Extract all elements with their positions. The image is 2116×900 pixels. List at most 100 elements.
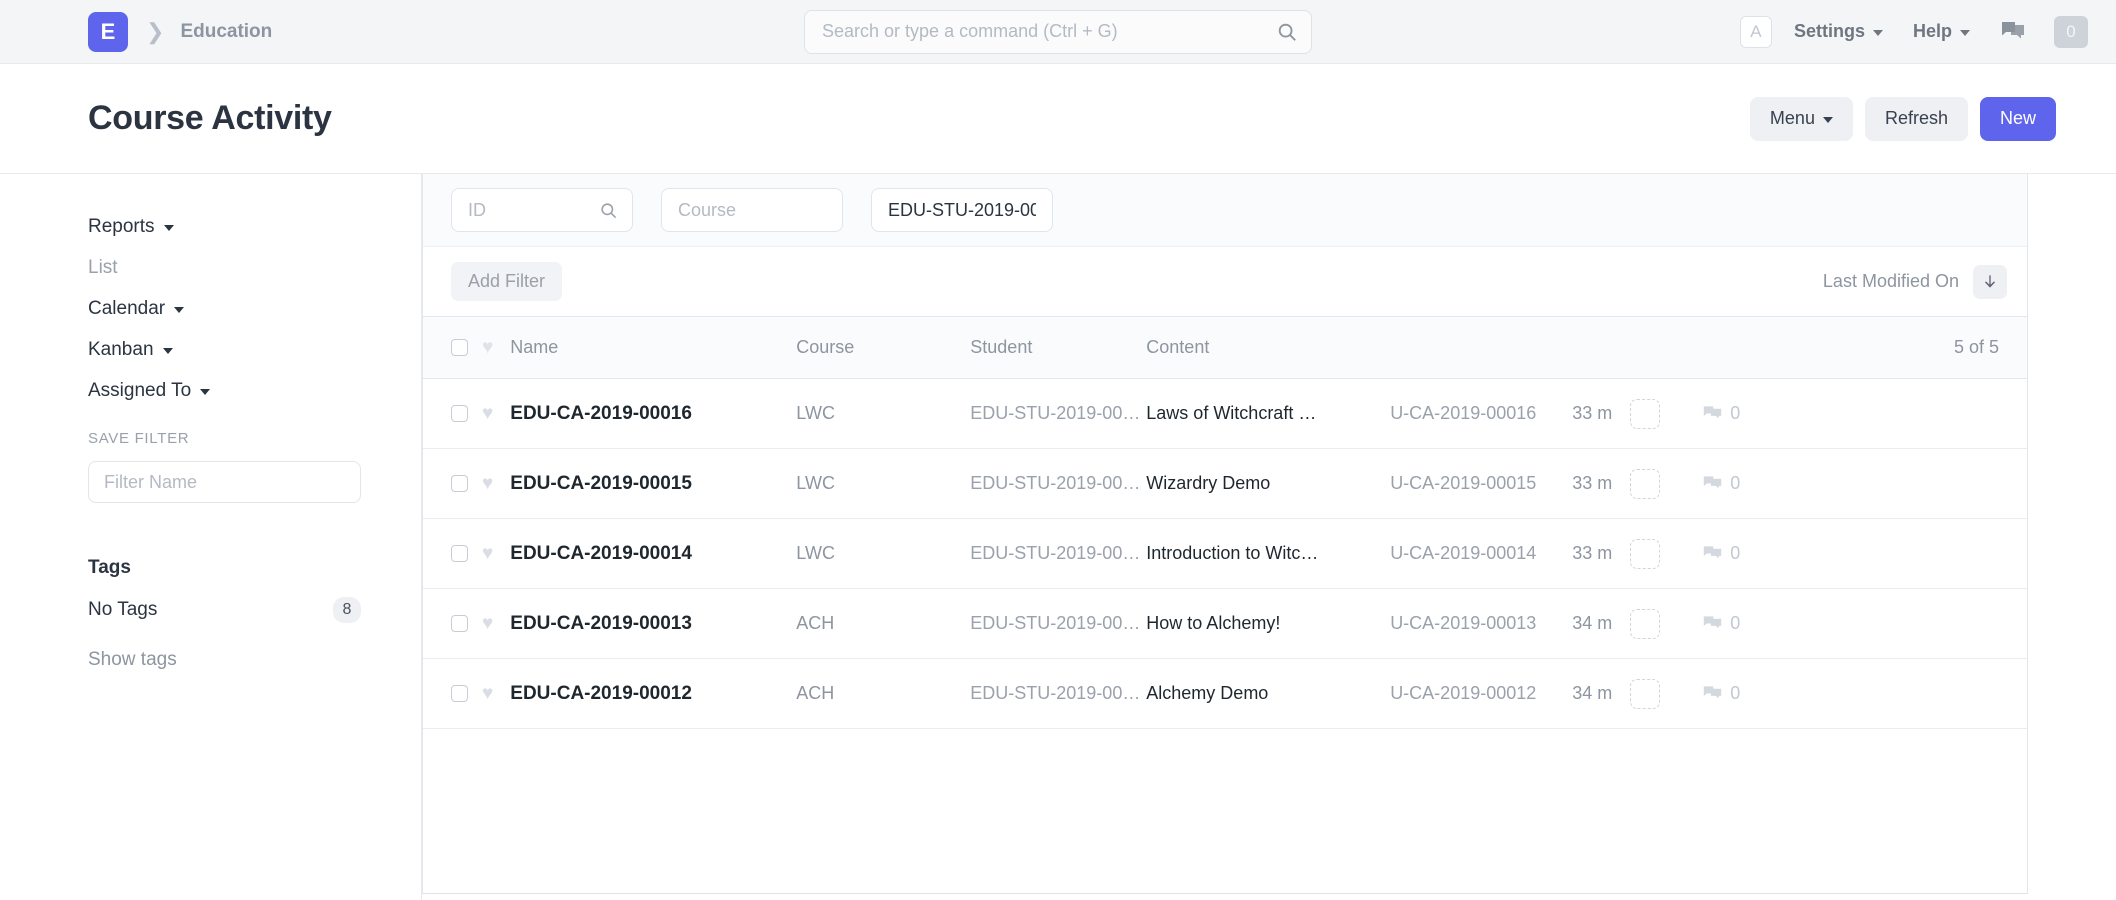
row-content: Wizardry Demo — [1146, 473, 1386, 494]
like-icon: ♥ — [482, 337, 493, 359]
new-button[interactable]: New — [1980, 97, 2056, 141]
comment-icon — [1702, 404, 1723, 423]
list-container: Add Filter Last Modified On ♥ Name Cours… — [422, 174, 2028, 894]
row-content: Laws of Witchcraft … — [1146, 403, 1386, 424]
like-icon[interactable]: ♥ — [482, 613, 493, 635]
add-filter-button[interactable]: Add Filter — [451, 262, 562, 301]
row-comments-cell[interactable]: 0 — [1678, 473, 1740, 494]
search-icon[interactable] — [1276, 21, 1298, 43]
row-uid: U-CA-2019-00014 — [1386, 543, 1536, 564]
page-header: Course Activity Menu Refresh New — [0, 64, 2116, 174]
row-comments-cell[interactable]: 0 — [1678, 683, 1740, 704]
search-icon[interactable] — [599, 201, 618, 220]
row-modified-time: 34 m — [1536, 683, 1612, 704]
like-icon[interactable]: ♥ — [482, 683, 493, 705]
row-assign-cell[interactable] — [1612, 469, 1678, 499]
settings-menu[interactable]: Settings — [1794, 21, 1883, 42]
filter-id-input[interactable] — [468, 200, 592, 221]
sort-selector[interactable]: Last Modified On — [1823, 271, 1959, 292]
tag-item-no-tags[interactable]: No Tags 8 — [88, 597, 361, 623]
row-course: ACH — [796, 613, 970, 634]
column-header-name[interactable]: Name — [510, 337, 796, 358]
table-row[interactable]: ♥ EDU-CA-2019-00012 ACH EDU-STU-2019-00…… — [423, 659, 2027, 729]
notification-badge[interactable]: 0 — [2054, 16, 2088, 48]
sort-direction-button[interactable] — [1973, 265, 2007, 299]
row-name-link[interactable]: EDU-CA-2019-00014 — [510, 543, 796, 565]
comment-icon — [1702, 544, 1723, 563]
like-icon[interactable]: ♥ — [482, 543, 493, 565]
sidebar-item-label: Kanban — [88, 339, 154, 361]
table-row[interactable]: ♥ EDU-CA-2019-00014 LWC EDU-STU-2019-00…… — [423, 519, 2027, 589]
row-comments-cell[interactable]: 0 — [1678, 543, 1740, 564]
page-title: Course Activity — [88, 99, 332, 138]
like-icon[interactable]: ♥ — [482, 403, 493, 425]
filter-student-input[interactable] — [888, 200, 1036, 221]
column-header-content[interactable]: Content — [1146, 337, 1386, 358]
breadcrumb-education[interactable]: Education — [180, 21, 272, 43]
row-assign-cell[interactable] — [1612, 609, 1678, 639]
row-content: Introduction to Witc… — [1146, 543, 1386, 564]
row-checkbox[interactable] — [451, 545, 468, 562]
row-course: ACH — [796, 683, 970, 704]
tag-label: No Tags — [88, 599, 157, 621]
column-header-course[interactable]: Course — [796, 337, 970, 358]
row-checkbox[interactable] — [451, 405, 468, 422]
row-name-link[interactable]: EDU-CA-2019-00015 — [510, 473, 796, 495]
table-row[interactable]: ♥ EDU-CA-2019-00016 LWC EDU-STU-2019-00…… — [423, 379, 2027, 449]
assign-placeholder-icon[interactable] — [1630, 539, 1660, 569]
row-comments-cell[interactable]: 0 — [1678, 613, 1740, 634]
like-icon[interactable]: ♥ — [482, 473, 493, 495]
row-comments-cell[interactable]: 0 — [1678, 403, 1740, 424]
row-name-link[interactable]: EDU-CA-2019-00013 — [510, 613, 796, 635]
table-row[interactable]: ♥ EDU-CA-2019-00015 LWC EDU-STU-2019-00…… — [423, 449, 2027, 519]
row-checkbox[interactable] — [451, 615, 468, 632]
sidebar-item-list[interactable]: List — [88, 257, 361, 279]
sidebar-item-label: List — [88, 257, 118, 279]
row-assign-cell[interactable] — [1612, 679, 1678, 709]
sidebar: Reports List Calendar Kanban Assigned To… — [0, 174, 422, 900]
save-filter-label: SAVE FILTER — [88, 430, 361, 447]
row-student: EDU-STU-2019-00… — [970, 613, 1146, 634]
row-uid: U-CA-2019-00013 — [1386, 613, 1536, 634]
search-input[interactable] — [804, 10, 1312, 54]
comment-count: 0 — [1730, 473, 1740, 494]
chevron-down-icon — [164, 225, 174, 231]
app-logo[interactable]: E — [88, 12, 128, 52]
row-name-link[interactable]: EDU-CA-2019-00016 — [510, 403, 796, 425]
help-menu[interactable]: Help — [1913, 21, 1970, 42]
list-header-row: ♥ Name Course Student Content 5 of 5 — [423, 317, 2027, 379]
comment-count: 0 — [1730, 683, 1740, 704]
row-uid: U-CA-2019-00015 — [1386, 473, 1536, 494]
column-header-student[interactable]: Student — [970, 337, 1146, 358]
tag-count-badge: 8 — [333, 597, 361, 623]
filter-course-input[interactable] — [678, 200, 826, 221]
chevron-down-icon — [1873, 30, 1883, 36]
assign-placeholder-icon[interactable] — [1630, 469, 1660, 499]
sidebar-item-calendar[interactable]: Calendar — [88, 298, 361, 320]
row-assign-cell[interactable] — [1612, 539, 1678, 569]
assign-placeholder-icon[interactable] — [1630, 679, 1660, 709]
row-course: LWC — [796, 403, 970, 424]
select-all-checkbox[interactable] — [451, 339, 468, 356]
sidebar-item-kanban[interactable]: Kanban — [88, 339, 361, 361]
comment-count: 0 — [1730, 403, 1740, 424]
show-tags-link[interactable]: Show tags — [88, 649, 361, 671]
refresh-button[interactable]: Refresh — [1865, 97, 1968, 141]
row-modified-time: 33 m — [1536, 543, 1612, 564]
sidebar-item-reports[interactable]: Reports — [88, 216, 361, 238]
assign-placeholder-icon[interactable] — [1630, 399, 1660, 429]
row-assign-cell[interactable] — [1612, 399, 1678, 429]
assign-placeholder-icon[interactable] — [1630, 609, 1660, 639]
row-checkbox[interactable] — [451, 685, 468, 702]
filter-name-input[interactable] — [88, 461, 361, 503]
sidebar-item-assigned-to[interactable]: Assigned To — [88, 380, 361, 402]
chat-icon[interactable] — [2000, 20, 2026, 44]
avatar[interactable]: A — [1740, 16, 1772, 48]
main-content: Add Filter Last Modified On ♥ Name Cours… — [422, 174, 2116, 900]
table-row[interactable]: ♥ EDU-CA-2019-00013 ACH EDU-STU-2019-00…… — [423, 589, 2027, 659]
chevron-down-icon — [1823, 117, 1833, 123]
comment-count: 0 — [1730, 543, 1740, 564]
row-name-link[interactable]: EDU-CA-2019-00012 — [510, 683, 796, 705]
row-checkbox[interactable] — [451, 475, 468, 492]
menu-button[interactable]: Menu — [1750, 97, 1853, 141]
